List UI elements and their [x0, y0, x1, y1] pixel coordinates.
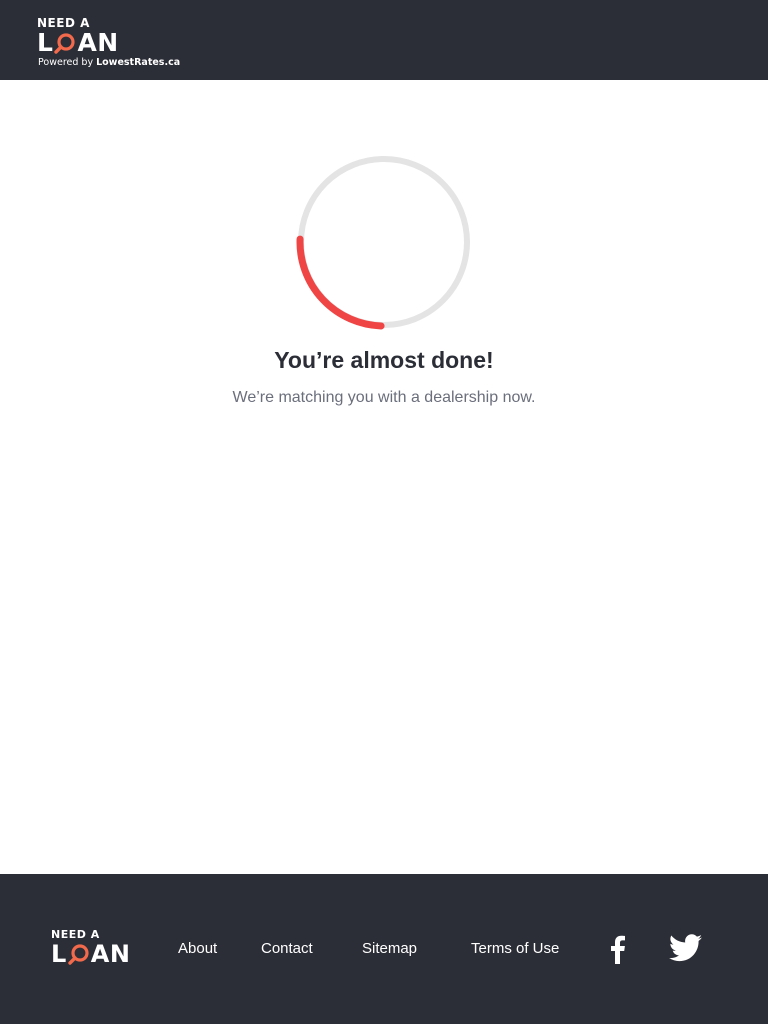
spinner-progress-arc	[296, 235, 385, 330]
site-header: NEED A L AN Powered by LowestRates.ca	[0, 0, 768, 80]
powered-by-text: Powered by LowestRates.ca	[38, 57, 181, 68]
magnifier-icon	[54, 30, 76, 56]
footer-link-sitemap[interactable]: Sitemap	[362, 940, 417, 957]
magnifier-icon	[68, 941, 90, 967]
powered-by-brand: LowestRates.ca	[96, 57, 181, 68]
facebook-icon[interactable]	[607, 934, 627, 969]
footer-logo[interactable]: NEED A L AN	[51, 929, 131, 968]
footer-logo-letter-l: L	[51, 940, 67, 968]
logo-letter-l: L	[37, 28, 54, 57]
site-footer: NEED A L AN About Contact Sitemap Terms …	[0, 874, 768, 1024]
page-subtitle: We’re matching you with a dealership now…	[232, 389, 536, 406]
twitter-icon[interactable]	[669, 934, 702, 967]
need-a-loan-logo[interactable]: NEED A L AN	[37, 17, 119, 56]
footer-link-contact[interactable]: Contact	[261, 940, 313, 957]
footer-link-terms-of-use[interactable]: Terms of Use	[471, 940, 559, 957]
logo-letters-an: AN	[77, 28, 119, 57]
loading-spinner	[296, 156, 470, 330]
page-title: You’re almost done!	[274, 347, 494, 373]
footer-logo-letters-an: AN	[90, 940, 131, 968]
footer-link-about[interactable]: About	[178, 940, 217, 957]
